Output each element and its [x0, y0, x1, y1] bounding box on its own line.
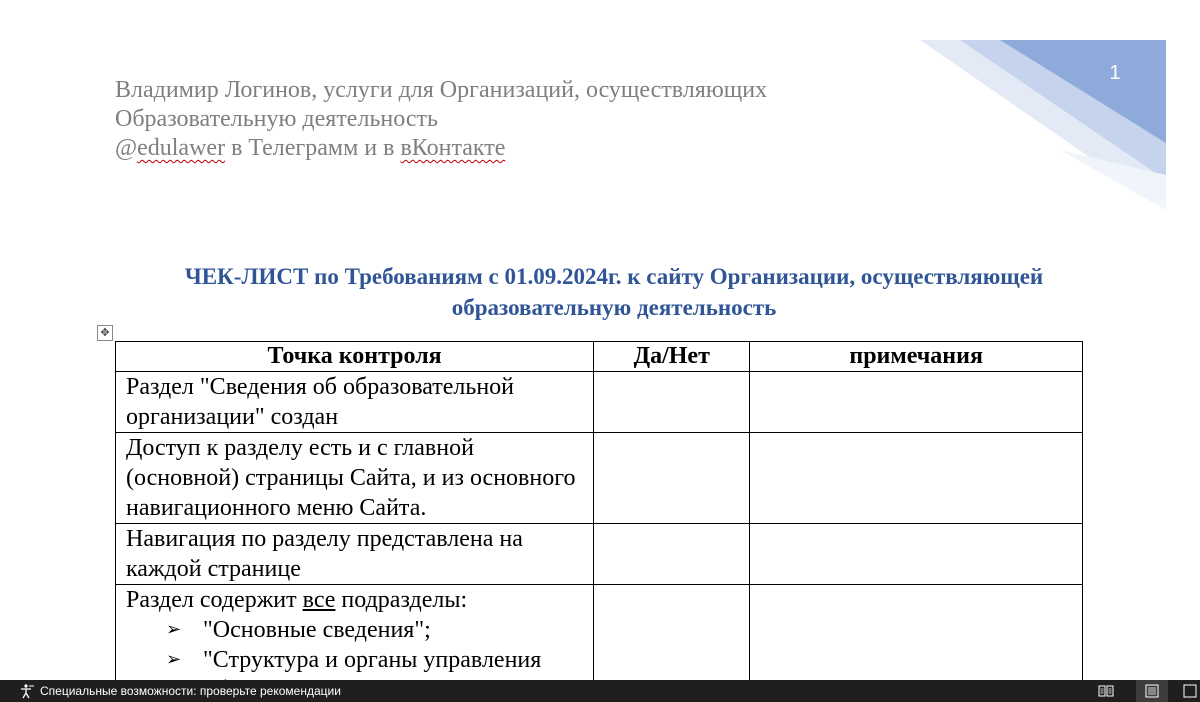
emphasis-all: все	[302, 587, 336, 613]
yes-no-cell[interactable]	[593, 584, 751, 680]
header-contact-line: @edulawer в Телеграмм и в вКонтакте	[115, 134, 767, 163]
page-number: 1	[1109, 62, 1121, 84]
notes-cell[interactable]	[749, 584, 1083, 680]
accessibility-status[interactable]: Специальные возможности: проверьте реком…	[18, 680, 341, 702]
print-layout-button[interactable]	[1136, 680, 1168, 702]
notes-cell[interactable]	[749, 523, 1083, 585]
header-contact-middle: в Телеграмм и в	[225, 135, 401, 161]
accessibility-icon	[21, 684, 34, 699]
table-row: Раздел "Сведения об образовательной орга…	[114, 371, 1083, 433]
header-line-2: Образовательную деятельность	[115, 106, 438, 132]
read-mode-button[interactable]	[1090, 680, 1122, 702]
control-point-cell[interactable]: Раздел "Сведения об образовательной орга…	[114, 371, 595, 433]
list-item: "Структура и органы управления образоват…	[166, 645, 583, 680]
document-title: ЧЕК-ЛИСТ по Требованиям с 01.09.2024г. к…	[100, 261, 1128, 323]
header-contact-prefix: @	[115, 135, 138, 161]
table-row: Доступ к разделу есть и с главной (основ…	[114, 432, 1083, 524]
page-header: Владимир Логинов, услуги для Организаций…	[115, 76, 767, 163]
header-notes: примечания	[749, 341, 1083, 372]
document-page: 1 Владимир Логинов, услуги для Организац…	[0, 0, 1200, 680]
checklist-table: Точка контроля Да/Нет примечания Раздел …	[114, 341, 1083, 680]
control-point-cell[interactable]: Навигация по разделу представлена на каж…	[114, 523, 595, 585]
list-item: "Основные сведения";	[166, 615, 583, 645]
page-layout-icon	[1145, 684, 1159, 698]
telegram-handle[interactable]: edulawer	[137, 135, 225, 161]
yes-no-cell[interactable]	[593, 371, 751, 433]
table-header-row: Точка контроля Да/Нет примечания	[114, 341, 1083, 372]
table-row: Раздел содержит все подразделы: "Основны…	[114, 584, 1083, 680]
accessibility-text: Специальные возможности: проверьте реком…	[40, 684, 341, 698]
table-move-handle-icon[interactable]: ✥	[97, 325, 113, 341]
header-yes-no: Да/Нет	[593, 341, 751, 372]
notes-cell[interactable]	[749, 371, 1083, 433]
header-line-1: Владимир Логинов, услуги для Организаций…	[115, 77, 768, 103]
notes-cell[interactable]	[749, 432, 1083, 524]
yes-no-cell[interactable]	[593, 523, 751, 585]
title-line-2: образовательную деятельность	[451, 295, 777, 320]
control-point-cell[interactable]: Доступ к разделу есть и с главной (основ…	[114, 432, 595, 524]
status-bar: Специальные возможности: проверьте реком…	[0, 680, 1200, 702]
web-layout-button[interactable]	[1180, 680, 1200, 702]
header-control-point: Точка контроля	[114, 341, 595, 372]
yes-no-cell[interactable]	[593, 432, 751, 524]
control-point-cell[interactable]: Раздел содержит все подразделы: "Основны…	[114, 584, 595, 680]
title-line-1: ЧЕК-ЛИСТ по Требованиям с 01.09.2024г. к…	[184, 264, 1044, 289]
book-icon	[1098, 685, 1114, 697]
vk-network-name[interactable]: вКонтакте	[400, 135, 505, 161]
subsection-list: "Основные сведения"; "Структура и органы…	[126, 615, 583, 680]
subsection-intro: Раздел содержит все подразделы:	[126, 587, 468, 613]
web-layout-icon	[1183, 684, 1197, 698]
table-row: Навигация по разделу представлена на каж…	[114, 523, 1083, 585]
